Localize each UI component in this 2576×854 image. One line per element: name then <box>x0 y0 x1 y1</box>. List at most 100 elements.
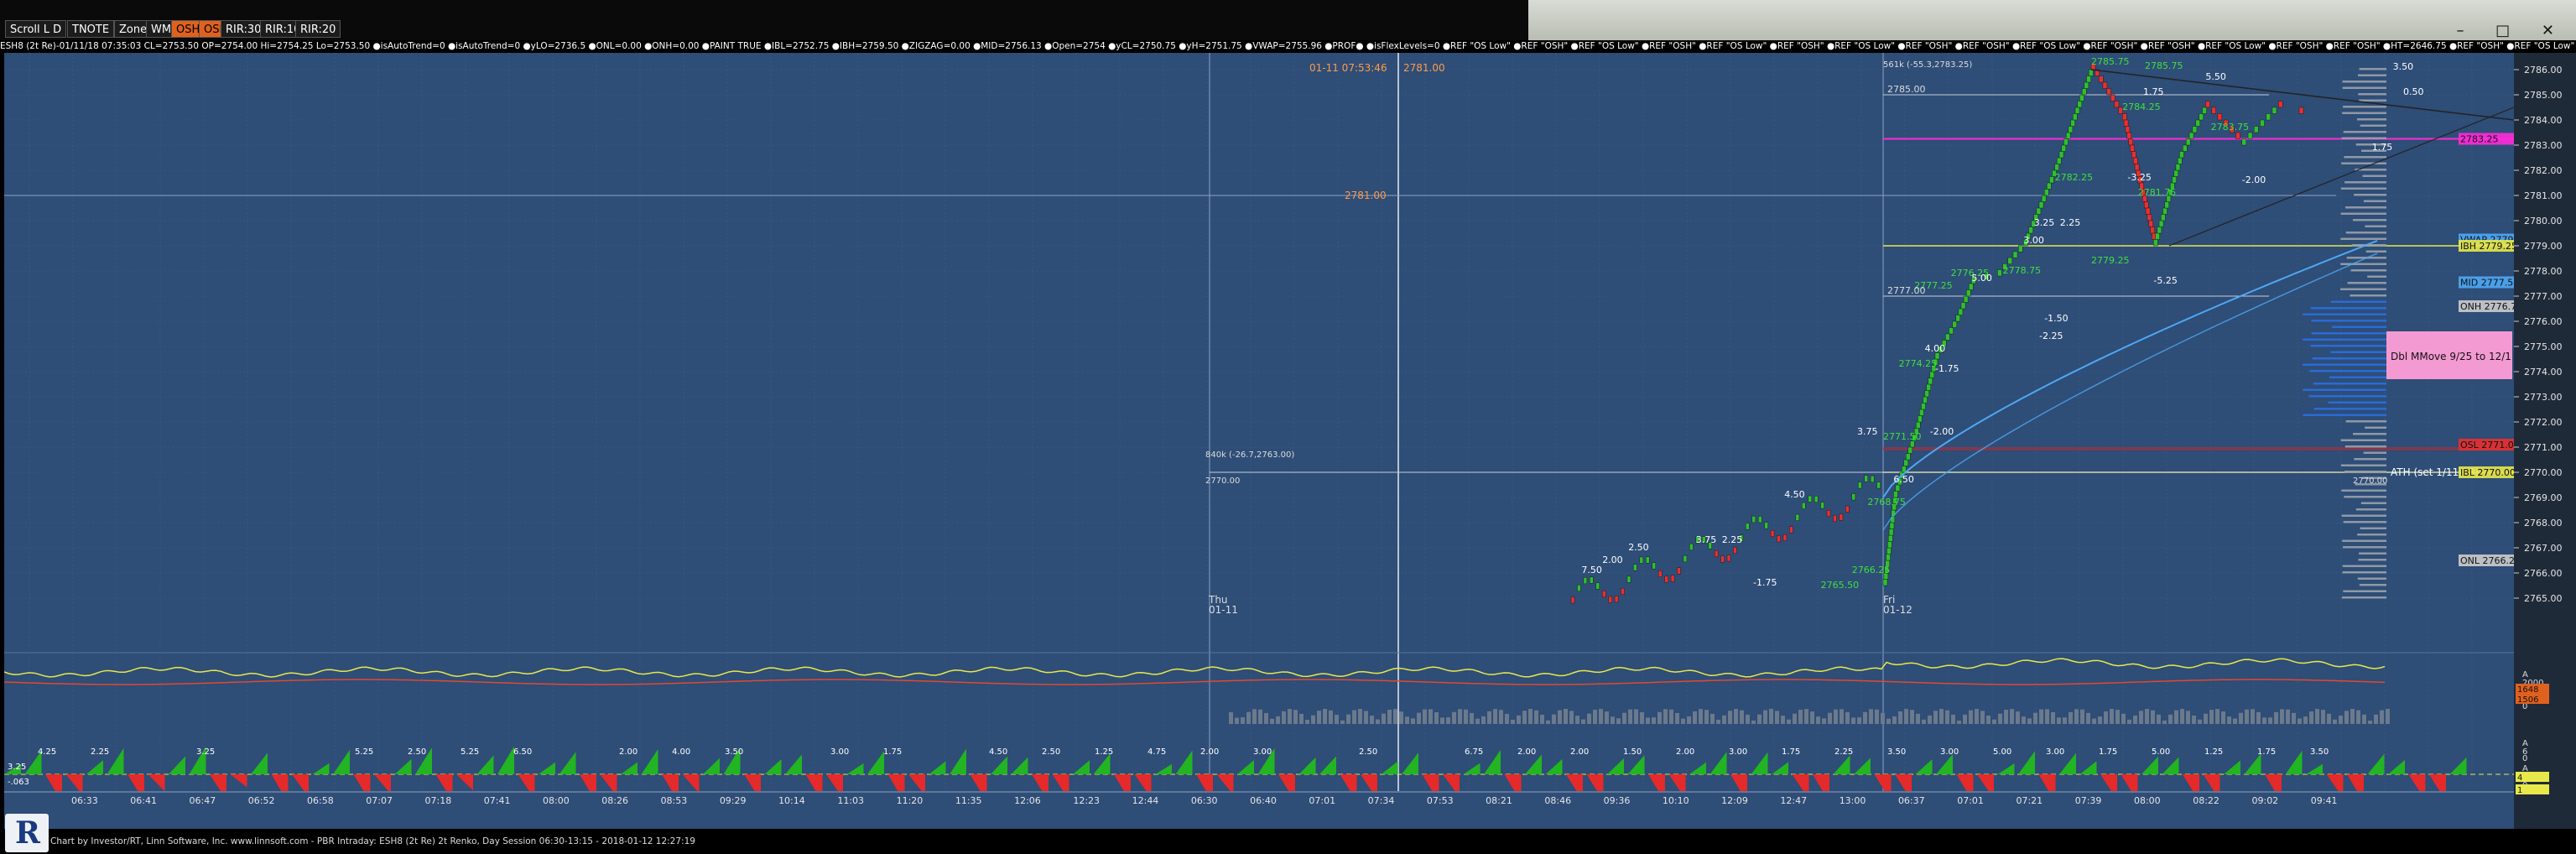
volume-bar <box>1382 713 1386 724</box>
renko-brick-up <box>2272 107 2277 114</box>
price-chart-panel[interactable]: 2785.75 2784.25 2783.75 2782.25 2781.75 2779.… <box>3 53 2560 829</box>
volume-bar <box>2386 709 2390 724</box>
time-axis-label: 08:53 <box>661 795 688 806</box>
time-axis-label: 07:18 <box>425 795 452 806</box>
wave-up <box>2306 763 2323 774</box>
toolbar-button-tnote[interactable]: TNOTE <box>67 20 115 38</box>
chart-footer-text: Chart by Investor/RT, Linn Software, Inc… <box>50 836 695 846</box>
renko-brick-down <box>1677 567 1681 575</box>
renko-brick-up <box>1887 541 1892 549</box>
renko-brick-up <box>2036 207 2042 215</box>
swing-size-label: -2.25 <box>2039 331 2063 341</box>
volume-bar <box>2168 714 2173 724</box>
volume-bar <box>1657 711 1662 724</box>
volume-profile-bar <box>2303 363 2386 366</box>
renko-brick-up <box>2086 76 2091 83</box>
volume-bar <box>1775 711 1779 724</box>
toolbar-button-scroll-l-d[interactable]: Scroll L D <box>5 20 67 38</box>
wave-size-label: 2.25 <box>91 747 109 757</box>
renko-brick-up <box>1888 529 1894 536</box>
wave-up <box>2162 757 2179 774</box>
swing-size-label: 3.25 <box>2034 217 2055 228</box>
time-axis-label: 06:58 <box>307 795 334 806</box>
time-axis-label: 09:41 <box>2311 795 2338 806</box>
volume-bar <box>2004 710 2008 724</box>
volume-bar <box>1834 709 1838 724</box>
renko-brick-up <box>1928 378 1933 385</box>
volume-bar <box>1904 709 1908 724</box>
renko-brick-down <box>2277 101 2283 108</box>
volume-profile-bar <box>2341 162 2386 164</box>
chart-canvas[interactable]: 2785.75 2784.25 2783.75 2782.25 2781.75 2779.… <box>3 53 2560 829</box>
volume-bar <box>2221 711 2225 724</box>
renko-brick-up <box>2058 151 2064 159</box>
volume-bar <box>1252 709 1257 724</box>
volume-bar <box>2198 719 2202 724</box>
volume-bar <box>2292 712 2296 724</box>
time-axis-label: 06:33 <box>71 795 98 806</box>
renko-brick-down <box>1782 534 1788 541</box>
level-label-2777: 2777.00 <box>1887 285 1926 296</box>
volume-profile-bar <box>2347 282 2386 284</box>
volume-bar <box>1687 716 1691 724</box>
volume-profile-bar <box>2344 471 2386 473</box>
renko-brick-down <box>2148 220 2154 227</box>
volume-profile-bar <box>2330 300 2386 303</box>
wave-size-label: 1.25 <box>1095 747 1113 757</box>
volume-bar <box>1693 711 1697 724</box>
volume-bar <box>1816 716 1820 724</box>
wave-up <box>1997 763 2015 774</box>
wave-up <box>1155 763 1172 774</box>
volume-bar <box>2227 716 2231 724</box>
volume-profile-bar <box>2329 376 2386 378</box>
wave-up <box>2449 757 2467 774</box>
level-tag-text: 2783.25 <box>2460 134 2499 145</box>
renko-brick-up <box>2073 113 2078 121</box>
wave-up <box>1484 749 1501 774</box>
renko-price-label: 2765.50 <box>1821 580 1860 591</box>
volume-bar <box>2298 718 2302 724</box>
renko-brick-up <box>1864 475 1868 482</box>
volume-bar <box>2074 709 2079 724</box>
toolbar-button-rir-20[interactable]: RIR:20 <box>295 20 341 38</box>
price-axis-label: 2773.00 <box>2524 392 2563 403</box>
price-axis[interactable]: 2786.00 2785.00 2784.00 2783.00 2782.00 2781.… <box>2514 53 2576 829</box>
wave-up <box>86 760 103 774</box>
volume-bar <box>1587 713 1591 724</box>
session-high-label: 2785.75 <box>2145 60 2183 71</box>
volume-profile-bar <box>2363 200 2386 202</box>
renko-brick-up <box>1639 556 1644 564</box>
renko-price-label: 2768.75 <box>1867 497 1906 508</box>
volume-bar <box>1845 711 1850 724</box>
renko-brick-up <box>2175 164 2181 171</box>
time-axis-label: 12:06 <box>1014 795 1041 806</box>
volume-bar <box>2362 714 2366 724</box>
price-axis-label: 2767.00 <box>2524 543 2563 554</box>
renko-brick-down <box>2102 81 2108 89</box>
window-title-bar: – □ ✕ <box>1528 0 2576 40</box>
volume-bar <box>1916 713 1920 724</box>
volume-bar <box>2115 710 2120 724</box>
volume-profile-bar <box>2340 263 2386 265</box>
volume-bar <box>1434 712 1439 724</box>
window-controls[interactable]: – □ ✕ <box>2456 22 2568 39</box>
volume-bar <box>1681 718 1685 724</box>
volume-profile-bar <box>2309 370 2386 372</box>
volume-bar <box>1458 709 1462 724</box>
renko-brick-down <box>2134 164 2140 171</box>
volume-bar <box>1481 716 1486 724</box>
volume-bar <box>1640 711 1644 724</box>
wave-size-label: 2.00 <box>1676 747 1694 757</box>
wave-up <box>312 763 330 774</box>
volume-bar <box>1975 709 1979 724</box>
volume-bar <box>2133 715 2137 724</box>
volume-bar <box>2057 717 2061 724</box>
level-tag-text: IBL 2770.00 <box>2460 467 2514 478</box>
time-axis-label: 06:52 <box>248 795 275 806</box>
swing-size-label: 3.75 <box>1857 426 1878 437</box>
volume-bar <box>1440 717 1444 724</box>
volume-bar <box>2215 709 2220 724</box>
volume-profile-bar <box>2354 458 2386 461</box>
volume-bar <box>1616 718 1621 724</box>
osl-zone <box>1883 447 2512 450</box>
